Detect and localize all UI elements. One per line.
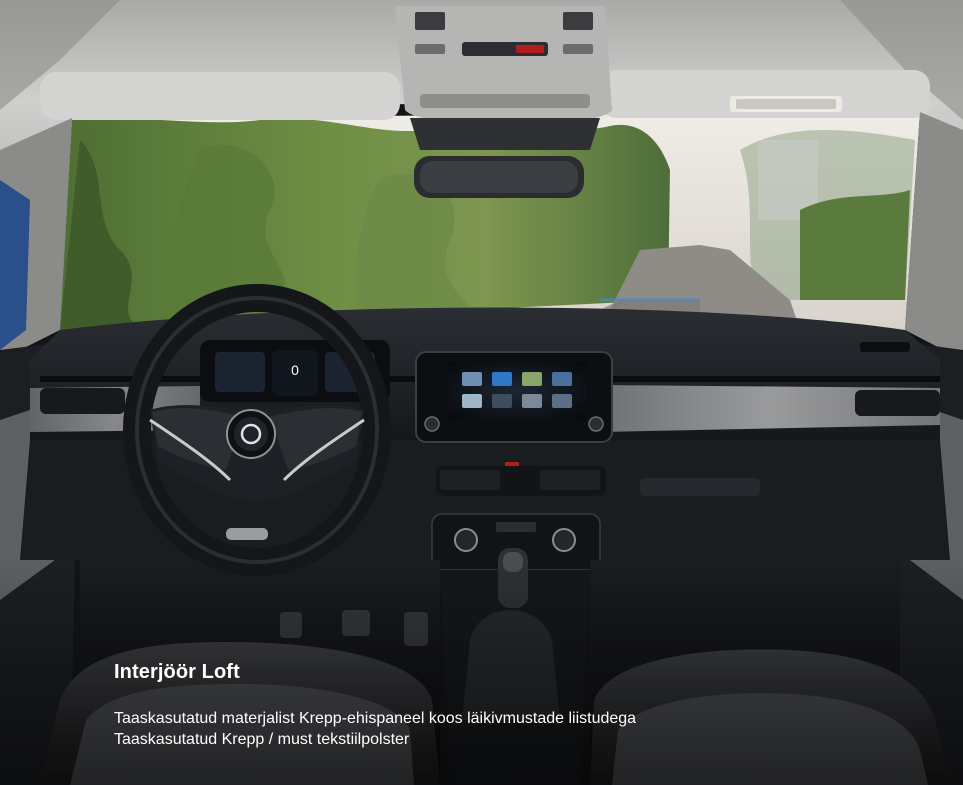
infotainment-screen: [415, 351, 613, 443]
photo-stage: 0 Interjöör Loft Taaskasutatud materjali…: [0, 0, 963, 785]
caption-line-upholstery: Taaskasutatud Krepp / must tekstiilpolst…: [114, 731, 410, 748]
caption-overlay: Interjöör Loft Taaskasutatud materjalist…: [114, 658, 934, 750]
speed-readout: 0: [291, 362, 299, 378]
caption-title: Interjöör Loft: [114, 661, 240, 683]
caption-line-decor: Taaskasutatud materjalist Krepp-ehispane…: [114, 710, 637, 727]
overhead-console: [395, 6, 612, 198]
